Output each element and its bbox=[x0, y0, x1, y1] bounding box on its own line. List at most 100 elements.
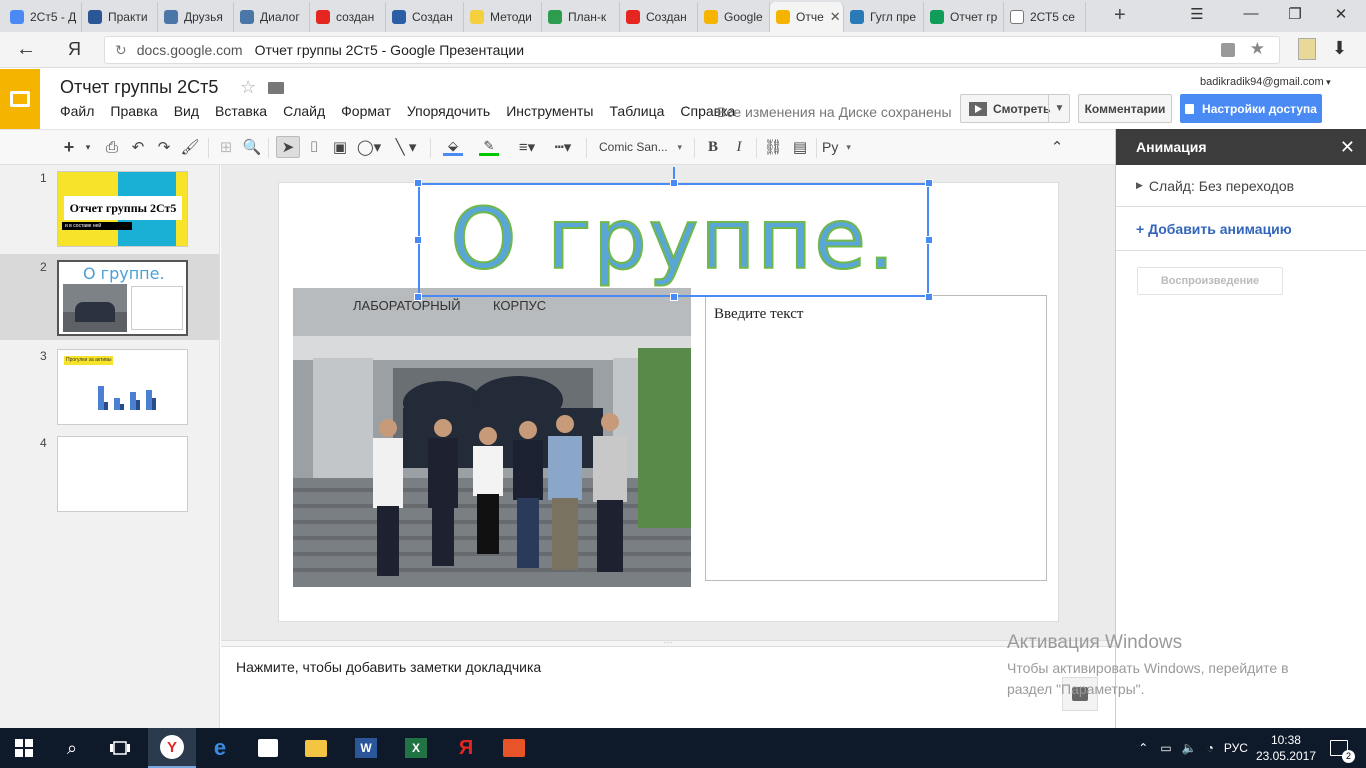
shape-icon[interactable]: ◯▾ bbox=[356, 136, 382, 158]
bookmark-star-icon[interactable]: ★ bbox=[1250, 39, 1265, 59]
slide-title[interactable]: О группе. bbox=[418, 183, 929, 297]
group-photo[interactable]: ЛАБОРАТОРНЫЙ КОРПУС bbox=[293, 288, 691, 587]
italic-icon[interactable]: I bbox=[730, 136, 748, 158]
slide-transition-row[interactable]: ▶ Слайд: Без переходов bbox=[1116, 165, 1366, 207]
browser-tab[interactable]: Google bbox=[698, 2, 770, 32]
select-cursor-icon[interactable]: ➤ bbox=[276, 136, 300, 158]
search-icon[interactable]: ⌕ bbox=[48, 728, 96, 768]
restore-button[interactable]: ❐ bbox=[1280, 5, 1310, 23]
border-color-icon[interactable]: ✎ bbox=[474, 136, 504, 158]
zoom-icon[interactable]: 🔍 bbox=[242, 136, 262, 158]
resize-handle[interactable] bbox=[925, 293, 933, 301]
new-tab-button[interactable]: + bbox=[1114, 4, 1126, 27]
filmstrip-slide-2[interactable]: 2 О группе. bbox=[0, 254, 219, 340]
explore-button[interactable] bbox=[1062, 677, 1098, 711]
resize-handle[interactable] bbox=[670, 293, 678, 301]
browser-tab[interactable]: создан bbox=[310, 2, 386, 32]
browser-tab[interactable]: Создан bbox=[620, 2, 698, 32]
fill-color-icon[interactable]: ⬙ bbox=[438, 136, 468, 158]
battery-icon[interactable]: ▭ bbox=[1160, 741, 1171, 755]
font-select[interactable]: Comic San... bbox=[592, 136, 688, 158]
filmstrip-slide-3[interactable]: 3 Прогулки за активы bbox=[0, 343, 219, 429]
network-icon[interactable]: ◔ bbox=[1207, 741, 1214, 755]
text-box-icon[interactable]: ⌷ bbox=[304, 136, 324, 158]
rotate-handle[interactable] bbox=[673, 167, 675, 179]
slide-thumbnail[interactable]: Отчет группы 2Ст5 и в составе ней bbox=[57, 171, 188, 247]
play-button[interactable]: Воспроизведение bbox=[1137, 267, 1283, 295]
browser-tab[interactable]: План-к bbox=[542, 2, 620, 32]
close-tab-icon[interactable]: ✕ bbox=[830, 9, 841, 25]
menu-item[interactable]: Упорядочить bbox=[407, 103, 490, 119]
browser-tab[interactable]: 2Ст5 - Д bbox=[4, 2, 82, 32]
browser-tab[interactable]: Друзья bbox=[158, 2, 234, 32]
browser-tab[interactable]: Практи bbox=[82, 2, 158, 32]
input-tools-select[interactable]: Ру bbox=[822, 136, 862, 158]
resize-handle[interactable] bbox=[925, 179, 933, 187]
text-box[interactable]: Введите текст bbox=[705, 295, 1047, 581]
new-slide-dropdown-icon[interactable]: ▾ bbox=[82, 136, 94, 158]
browser-tab[interactable]: Диалог bbox=[234, 2, 310, 32]
volume-icon[interactable]: 🔈 bbox=[1182, 741, 1197, 755]
star-icon[interactable]: ☆ bbox=[240, 77, 256, 98]
browser-tab[interactable]: Отче ✕ bbox=[770, 2, 844, 32]
comment-icon[interactable]: ▤ bbox=[790, 136, 810, 158]
yandex-browser-taskbar-icon[interactable]: Y bbox=[148, 728, 196, 768]
menu-item[interactable]: Вид bbox=[174, 103, 199, 119]
border-dash-icon[interactable]: ┅▾ bbox=[548, 136, 578, 158]
resize-handle[interactable] bbox=[414, 293, 422, 301]
menu-item[interactable]: Правка bbox=[110, 103, 157, 119]
document-title[interactable]: Отчет группы 2Ст5 bbox=[60, 77, 218, 98]
bold-icon[interactable]: B bbox=[704, 136, 722, 158]
file-explorer-icon[interactable] bbox=[292, 728, 340, 768]
yandex-logo[interactable]: Я bbox=[68, 39, 81, 60]
close-icon[interactable]: ✕ bbox=[1340, 137, 1355, 158]
url-field[interactable]: ↻ docs.google.com Отчет группы 2Ст5 - Go… bbox=[104, 36, 1280, 64]
redo-icon[interactable]: ↷ bbox=[154, 136, 174, 158]
menu-item[interactable]: Таблица bbox=[610, 103, 665, 119]
filmstrip-slide-4[interactable]: 4 bbox=[0, 430, 219, 516]
new-slide-button[interactable]: + bbox=[58, 136, 80, 158]
comments-button[interactable]: Комментарии bbox=[1078, 94, 1172, 123]
minimize-button[interactable]: — bbox=[1236, 5, 1266, 22]
slide-thumbnail[interactable]: О группе. bbox=[57, 260, 188, 336]
present-dropdown-button[interactable]: ▼ bbox=[1048, 94, 1070, 123]
border-weight-icon[interactable]: ≡▾ bbox=[512, 136, 542, 158]
windows-start-icon[interactable] bbox=[0, 728, 48, 768]
undo-icon[interactable]: ↶ bbox=[128, 136, 148, 158]
image-icon[interactable]: ▣ bbox=[330, 136, 350, 158]
speaker-notes[interactable]: Нажмите, чтобы добавить заметки докладчи… bbox=[221, 647, 1115, 728]
close-window-button[interactable]: ✕ bbox=[1326, 5, 1356, 23]
line-icon[interactable]: ╲ ▾ bbox=[392, 136, 420, 158]
menu-item[interactable]: Вставка bbox=[215, 103, 267, 119]
store-icon[interactable] bbox=[244, 728, 292, 768]
yandex-icon[interactable]: Я bbox=[442, 728, 490, 768]
language-indicator[interactable]: РУС bbox=[1224, 741, 1248, 755]
notes-resize-divider[interactable]: ··· bbox=[221, 638, 1115, 647]
notes-placeholder[interactable]: Нажмите, чтобы добавить заметки докладчи… bbox=[236, 659, 541, 675]
zoom-fit-icon[interactable]: ⊞ bbox=[216, 136, 236, 158]
slides-logo-icon[interactable] bbox=[0, 69, 40, 129]
tray-chevron-icon[interactable]: ⌃ bbox=[1138, 741, 1148, 755]
menu-item[interactable]: Инструменты bbox=[506, 103, 593, 119]
resize-handle[interactable] bbox=[414, 236, 422, 244]
browser-tab[interactable]: 2СТ5 се bbox=[1004, 2, 1086, 32]
print-icon[interactable]: ⎙ bbox=[102, 136, 122, 158]
add-animation-button[interactable]: + Добавить анимацию bbox=[1116, 208, 1366, 251]
lock-icon[interactable] bbox=[1221, 43, 1235, 57]
excel-icon[interactable]: X bbox=[392, 728, 440, 768]
browser-tab[interactable]: Методи bbox=[464, 2, 542, 32]
menu-item[interactable]: Слайд bbox=[283, 103, 325, 119]
resize-handle[interactable] bbox=[414, 179, 422, 187]
slide-thumbnail[interactable] bbox=[57, 436, 188, 512]
browser-tab[interactable]: Создан bbox=[386, 2, 464, 32]
edge-icon[interactable]: e bbox=[196, 728, 244, 768]
reload-icon[interactable]: ↻ bbox=[115, 42, 127, 59]
collapse-chevron-icon[interactable]: ⌃ bbox=[1046, 136, 1068, 158]
menu-item[interactable]: Файл bbox=[60, 103, 94, 119]
task-view-icon[interactable] bbox=[96, 728, 144, 768]
extension-icon[interactable] bbox=[1298, 38, 1316, 60]
word-icon[interactable]: W bbox=[342, 728, 390, 768]
filmstrip-slide-1[interactable]: 1 Отчет группы 2Ст5 и в составе ней bbox=[0, 165, 219, 251]
browser-tab[interactable]: Отчет гр bbox=[924, 2, 1004, 32]
back-arrow-icon[interactable]: ← bbox=[16, 38, 36, 61]
